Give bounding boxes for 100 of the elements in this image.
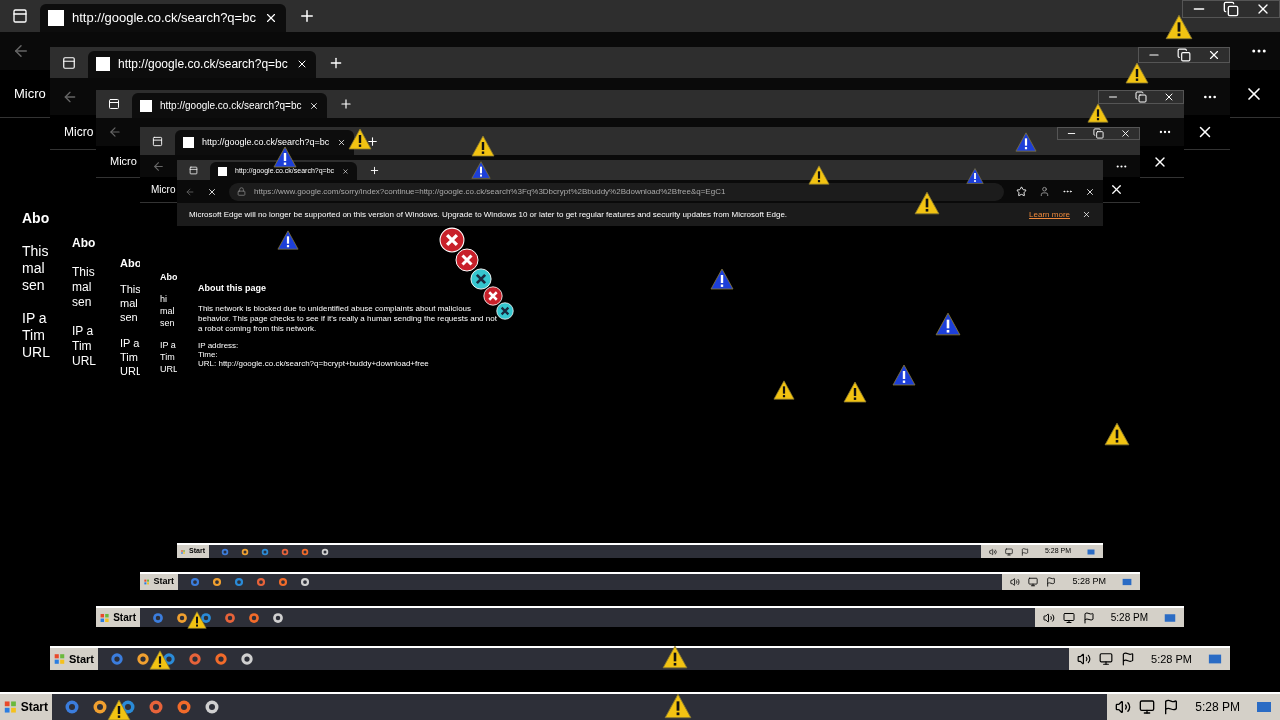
volume-icon[interactable] [1042, 611, 1055, 624]
back-icon[interactable] [108, 125, 122, 139]
close-icon[interactable] [1163, 91, 1175, 103]
app-icon[interactable] [248, 611, 260, 624]
clock: 5:28 PM [1151, 651, 1192, 667]
browser-tab[interactable]: http://google.co.ck/search?q=bc [175, 130, 355, 155]
error-icon [455, 248, 479, 272]
volume-icon[interactable] [1077, 652, 1092, 666]
restore-icon[interactable] [1135, 91, 1147, 103]
new-tab-icon[interactable] [369, 164, 381, 176]
restore-icon[interactable] [1177, 48, 1191, 62]
app-icon[interactable] [321, 547, 329, 556]
back-icon[interactable] [185, 186, 195, 197]
network-icon[interactable] [1139, 699, 1156, 715]
app-icon[interactable] [261, 547, 269, 556]
clock: 5:28 PM [1110, 611, 1148, 625]
app-icon[interactable] [176, 699, 192, 715]
desktop-icon[interactable] [1164, 611, 1176, 624]
browser-tab[interactable]: http://google.co.ck/search?q=bc [132, 93, 328, 118]
detail-text: Tim [120, 350, 139, 364]
app-icon[interactable] [204, 699, 220, 715]
network-icon[interactable] [1099, 652, 1114, 666]
restore-icon[interactable] [1093, 128, 1104, 139]
warning-icon [843, 380, 867, 404]
paragraph-text: This network is blocked due to unidentified abuse complaints about malicious behavior. This page checks to see if it's really a human sending the requests and not a robot coming from this network. [198, 303, 497, 334]
close-icon[interactable] [342, 167, 350, 175]
app-icon[interactable] [200, 611, 212, 624]
close-icon[interactable] [337, 138, 347, 148]
app-icon[interactable] [272, 611, 284, 624]
flag-icon[interactable] [1163, 699, 1180, 715]
network-icon[interactable] [1028, 577, 1039, 587]
page-heading: Abo [160, 271, 178, 283]
error-icon [483, 286, 503, 306]
tab-actions-icon [152, 135, 163, 147]
warning-icon [348, 127, 372, 151]
app-icon[interactable] [92, 699, 108, 715]
close-icon[interactable] [1082, 210, 1091, 219]
app-icon[interactable] [224, 611, 236, 624]
app-icon[interactable] [136, 652, 150, 666]
app-icon[interactable] [176, 611, 188, 624]
browser-tab[interactable]: http://google.co.ck/search?q=bc [40, 3, 286, 32]
app-icon[interactable] [212, 577, 222, 587]
start-button[interactable]: Start [0, 694, 52, 720]
detail-text: IP a [22, 310, 48, 327]
network-icon[interactable] [1004, 547, 1013, 556]
new-tab-icon[interactable] [366, 134, 380, 148]
app-icon[interactable] [300, 577, 310, 587]
stop-icon[interactable] [207, 186, 217, 197]
browser-tab[interactable]: http://google.co.ck/search?q=bc [88, 50, 316, 78]
desktop-icon[interactable] [1208, 652, 1222, 666]
clock: 5:28 PM [1072, 575, 1106, 589]
warning-icon [710, 267, 734, 291]
favorite-icon[interactable] [1016, 186, 1027, 197]
close-icon[interactable] [1085, 186, 1095, 197]
flag-icon[interactable] [1121, 652, 1136, 666]
app-icon[interactable] [241, 547, 249, 556]
desktop-icon[interactable] [1087, 547, 1095, 556]
back-icon[interactable] [152, 159, 165, 173]
warning-icon [277, 229, 299, 251]
address-bar[interactable]: https://www.google.com/sorry/index?continue=http://google.co.ck/search%3Fq%3Dbcrypt%2Bbuddy%2Bdownload%2Bfree&q=EgC1 [229, 182, 1004, 201]
detail-text: Tim [160, 351, 176, 363]
close-icon[interactable] [1207, 48, 1221, 62]
tab-actions-icon [189, 165, 198, 175]
app-icon[interactable] [188, 652, 202, 666]
volume-icon[interactable] [1010, 577, 1021, 587]
network-icon[interactable] [1062, 611, 1075, 624]
restore-icon[interactable] [1223, 1, 1239, 17]
close-icon[interactable] [1120, 128, 1131, 139]
start-button[interactable]: Start [50, 648, 98, 670]
browser-label: Micro [110, 154, 137, 170]
detail-text: URL [22, 344, 50, 361]
windows-flag-icon [4, 699, 17, 715]
flag-icon[interactable] [1082, 611, 1095, 624]
app-icon[interactable] [234, 577, 244, 587]
app-icon[interactable] [281, 547, 289, 556]
new-tab-icon[interactable] [339, 97, 354, 111]
start-button[interactable]: Start [140, 574, 178, 590]
app-icon[interactable] [240, 652, 254, 666]
flag-icon[interactable] [1046, 577, 1057, 587]
warning-icon [935, 311, 961, 337]
start-button[interactable]: Start [96, 608, 140, 627]
profile-icon[interactable] [1039, 186, 1050, 197]
tab-title: http://google.co.ck/search?q=bc [118, 56, 288, 74]
close-icon[interactable] [309, 100, 320, 111]
page-heading: About this page [198, 282, 267, 295]
volume-icon[interactable] [1115, 699, 1132, 715]
warning-icon [149, 649, 171, 671]
learn-more-link[interactable]: Learn more [1029, 208, 1070, 221]
app-icon[interactable] [214, 652, 228, 666]
paragraph-text: This [120, 282, 142, 296]
warning-icon [892, 363, 916, 387]
app-icon[interactable] [301, 547, 309, 556]
desktop-icon[interactable] [1122, 577, 1132, 587]
info-bar-text: Microsoft Edge will no longer be supported on this version of Windows. Upgrade to Windows 10 or later to get regular features and security updates from Microsoft Edge. [189, 208, 788, 221]
app-icon[interactable] [278, 577, 288, 587]
desktop-icon[interactable] [1256, 699, 1272, 715]
back-icon[interactable] [12, 42, 30, 60]
app-icon[interactable] [148, 699, 164, 715]
close-icon[interactable] [1109, 182, 1124, 197]
app-icon[interactable] [256, 577, 266, 587]
